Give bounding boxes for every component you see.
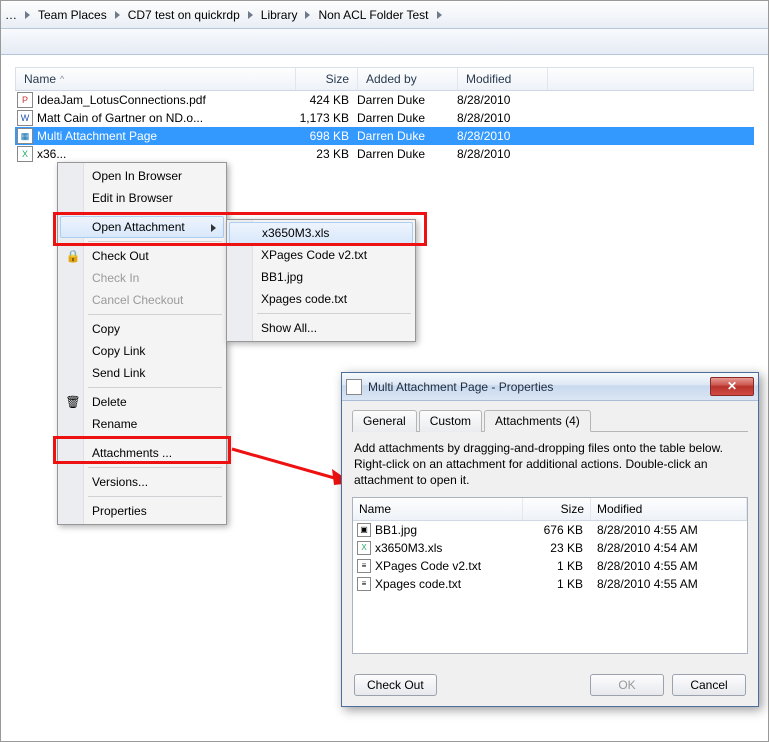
dialog-titlebar[interactable]: Multi Attachment Page - Properties ✕	[342, 373, 758, 401]
submenu-item[interactable]: x3650M3.xls	[229, 222, 413, 244]
menu-cancel-checkout: Cancel Checkout	[60, 289, 224, 311]
doc-icon: W	[17, 110, 33, 126]
crumb-cd7[interactable]: CD7 test on quickrdp	[122, 4, 246, 26]
xls-icon: X	[17, 146, 33, 162]
txt-icon: ≡	[357, 559, 371, 573]
crumb-folder[interactable]: Non ACL Folder Test	[312, 4, 434, 26]
attachments-table[interactable]: Name Size Modified ▣BB1.jpg 676 KB 8/28/…	[352, 497, 748, 654]
menu-attachments[interactable]: Attachments ...	[60, 442, 224, 464]
col-size[interactable]: Size	[296, 68, 358, 90]
att-col-modified[interactable]: Modified	[591, 498, 747, 520]
menu-send-link[interactable]: Send Link	[60, 362, 224, 384]
col-modified[interactable]: Modified	[458, 68, 548, 90]
attachments-header[interactable]: Name Size Modified	[353, 498, 747, 521]
image-icon: ▣	[357, 523, 371, 537]
xls-icon: X	[357, 541, 371, 555]
menu-open-attachment[interactable]: Open Attachment	[60, 216, 224, 238]
attachments-hint-text: Add attachments by dragging-and-dropping…	[354, 440, 746, 489]
toolbar-empty	[1, 29, 768, 55]
annotation-arrow	[228, 441, 358, 491]
attachment-row[interactable]: Xx3650M3.xls 23 KB 8/28/2010 4:54 AM	[353, 539, 747, 557]
crumb-library[interactable]: Library	[255, 4, 304, 26]
attachment-row[interactable]: ≡Xpages code.txt 1 KB 8/28/2010 4:55 AM	[353, 575, 747, 593]
menu-check-out[interactable]: 🔒Check Out	[60, 245, 224, 267]
context-menu: Open In Browser Edit in Browser Open Att…	[57, 162, 227, 525]
menu-properties[interactable]: Properties	[60, 500, 224, 522]
breadcrumb-bar: … Team Places CD7 test on quickrdp Libra…	[1, 1, 768, 29]
sort-asc-icon: ^	[60, 74, 64, 84]
menu-delete[interactable]: 🗑Delete	[60, 391, 224, 413]
pdf-icon: P	[17, 92, 33, 108]
menu-copy[interactable]: Copy	[60, 318, 224, 340]
submenu-item[interactable]: XPages Code v2.txt	[229, 244, 413, 266]
trash-icon: 🗑	[65, 394, 81, 410]
cancel-button[interactable]: Cancel	[672, 674, 746, 696]
tab-strip: General Custom Attachments (4)	[352, 409, 748, 432]
submenu-item[interactable]: BB1.jpg	[229, 266, 413, 288]
file-row[interactable]: WMatt Cain of Gartner on ND.o... 1,173 K…	[15, 109, 754, 127]
file-row[interactable]: PIdeaJam_LotusConnections.pdf 424 KB Dar…	[15, 91, 754, 109]
menu-versions[interactable]: Versions...	[60, 471, 224, 493]
submenu-arrow-icon	[211, 224, 216, 232]
checkout-button[interactable]: Check Out	[354, 674, 437, 696]
ok-button: OK	[590, 674, 664, 696]
col-added[interactable]: Added by	[358, 68, 458, 90]
lock-icon: 🔒	[65, 248, 81, 264]
tab-custom[interactable]: Custom	[419, 410, 482, 432]
crumb-team-places[interactable]: Team Places	[32, 4, 113, 26]
file-row-selected[interactable]: ▦Multi Attachment Page 698 KB Darren Duk…	[15, 127, 754, 145]
menu-check-in: Check In	[60, 267, 224, 289]
txt-icon: ≡	[357, 577, 371, 591]
tab-attachments[interactable]: Attachments (4)	[484, 410, 591, 432]
col-name[interactable]: Name	[24, 72, 56, 86]
page-icon: ▦	[17, 128, 33, 144]
file-columns-header[interactable]: Name ^ Size Added by Modified	[15, 67, 754, 91]
properties-dialog: Multi Attachment Page - Properties ✕ Gen…	[341, 372, 759, 707]
close-button[interactable]: ✕	[710, 377, 754, 396]
att-col-name[interactable]: Name	[353, 498, 523, 520]
dialog-title: Multi Attachment Page - Properties	[368, 380, 710, 394]
att-col-size[interactable]: Size	[523, 498, 591, 520]
open-attachment-submenu: x3650M3.xls XPages Code v2.txt BB1.jpg X…	[226, 219, 416, 342]
file-row[interactable]: Xx36... 23 KB Darren Duke 8/28/2010	[15, 145, 754, 163]
submenu-show-all[interactable]: Show All...	[229, 317, 413, 339]
menu-open-in-browser[interactable]: Open In Browser	[60, 165, 224, 187]
menu-copy-link[interactable]: Copy Link	[60, 340, 224, 362]
tab-general[interactable]: General	[352, 410, 417, 432]
attachment-row[interactable]: ≡XPages Code v2.txt 1 KB 8/28/2010 4:55 …	[353, 557, 747, 575]
submenu-item[interactable]: Xpages code.txt	[229, 288, 413, 310]
attachment-row[interactable]: ▣BB1.jpg 676 KB 8/28/2010 4:55 AM	[353, 521, 747, 539]
dialog-icon	[346, 379, 362, 395]
menu-edit-in-browser[interactable]: Edit in Browser	[60, 187, 224, 209]
menu-rename[interactable]: Rename	[60, 413, 224, 435]
